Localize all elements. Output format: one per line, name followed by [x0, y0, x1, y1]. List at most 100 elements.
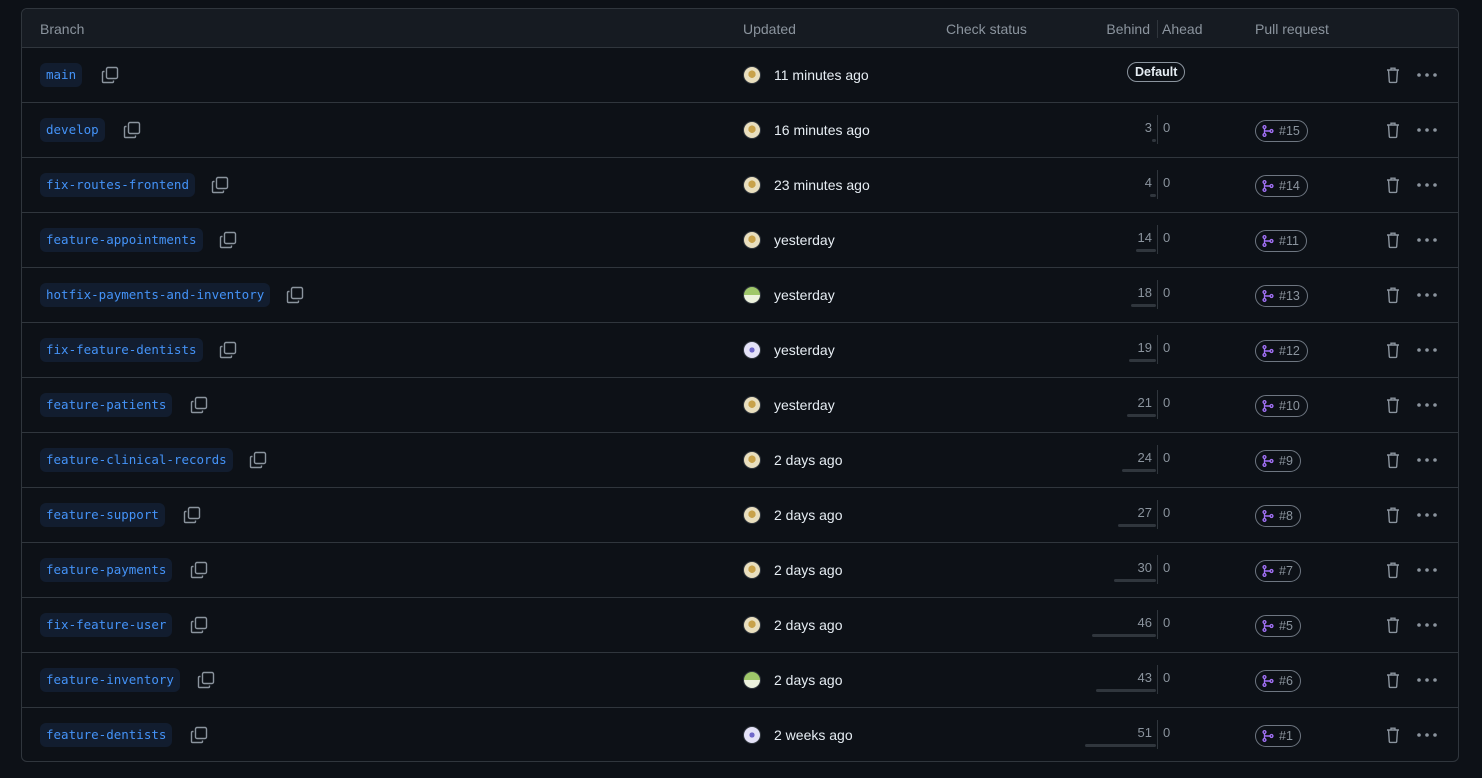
branches-table: Branch Updated Check status Behind Ahead… — [21, 8, 1459, 762]
behind-count: 46 — [1137, 615, 1152, 630]
trash-icon[interactable] — [1384, 725, 1402, 745]
header-ahead: Ahead — [1162, 21, 1203, 37]
table-body: main 11 minutes ago Default develop 16 m… — [22, 48, 1458, 761]
branch-name-link[interactable]: main — [40, 63, 83, 87]
trash-icon[interactable] — [1384, 65, 1402, 85]
avatar[interactable] — [743, 451, 761, 469]
branch-name-link[interactable]: feature-clinical-records — [40, 448, 233, 472]
table-row: fix-routes-frontend 23 minutes ago 4 0 #… — [22, 158, 1458, 213]
copy-icon[interactable] — [210, 175, 230, 195]
avatar[interactable] — [743, 341, 761, 359]
pull-request-badge[interactable]: #15 — [1255, 120, 1308, 142]
trash-icon[interactable] — [1384, 450, 1402, 470]
trash-icon[interactable] — [1384, 395, 1402, 415]
branch-name-link[interactable]: feature-patients — [40, 393, 173, 417]
pull-request-number: #1 — [1279, 729, 1293, 743]
updated-time: 2 days ago — [774, 562, 843, 578]
copy-icon[interactable] — [122, 120, 142, 140]
updated-time: 2 weeks ago — [774, 727, 853, 743]
kebab-menu-icon[interactable] — [1415, 120, 1439, 140]
avatar[interactable] — [743, 231, 761, 249]
copy-icon[interactable] — [100, 65, 120, 85]
branch-name-link[interactable]: fix-feature-user — [40, 613, 173, 637]
pull-request-number: #13 — [1279, 289, 1300, 303]
kebab-menu-icon[interactable] — [1415, 230, 1439, 250]
copy-icon[interactable] — [189, 560, 209, 580]
branch-name-link[interactable]: develop — [40, 118, 105, 142]
avatar[interactable] — [743, 506, 761, 524]
pull-request-badge[interactable]: #9 — [1255, 450, 1301, 472]
ahead-count: 0 — [1163, 120, 1171, 135]
avatar[interactable] — [743, 396, 761, 414]
pull-request-badge[interactable]: #5 — [1255, 615, 1301, 637]
kebab-menu-icon[interactable] — [1415, 65, 1439, 85]
kebab-menu-icon[interactable] — [1415, 175, 1439, 195]
avatar[interactable] — [743, 726, 761, 744]
copy-icon[interactable] — [189, 395, 209, 415]
pull-request-badge[interactable]: #13 — [1255, 285, 1308, 307]
pull-request-badge[interactable]: #11 — [1255, 230, 1307, 252]
behind-bar — [1096, 689, 1156, 692]
kebab-menu-icon[interactable] — [1415, 450, 1439, 470]
pull-request-badge[interactable]: #14 — [1255, 175, 1308, 197]
default-badge: Default — [1127, 62, 1186, 82]
pull-request-number: #8 — [1279, 509, 1293, 523]
kebab-menu-icon[interactable] — [1415, 505, 1439, 525]
branch-name-link[interactable]: feature-inventory — [40, 668, 180, 692]
behind-ahead-divider — [1157, 390, 1158, 419]
trash-icon[interactable] — [1384, 285, 1402, 305]
pull-request-badge[interactable]: #8 — [1255, 505, 1301, 527]
kebab-menu-icon[interactable] — [1415, 725, 1439, 745]
trash-icon[interactable] — [1384, 505, 1402, 525]
trash-icon[interactable] — [1384, 560, 1402, 580]
copy-icon[interactable] — [196, 670, 216, 690]
copy-icon[interactable] — [285, 285, 305, 305]
branch-name-link[interactable]: hotfix-payments-and-inventory — [40, 283, 271, 307]
avatar[interactable] — [743, 176, 761, 194]
behind-ahead-divider — [1157, 115, 1158, 144]
behind-bar — [1129, 359, 1156, 362]
pull-request-badge[interactable]: #10 — [1255, 395, 1308, 417]
avatar[interactable] — [743, 561, 761, 579]
copy-icon[interactable] — [189, 615, 209, 635]
avatar[interactable] — [743, 66, 761, 84]
behind-bar — [1118, 524, 1156, 527]
behind-bar — [1085, 744, 1156, 747]
copy-icon[interactable] — [182, 505, 202, 525]
kebab-menu-icon[interactable] — [1415, 615, 1439, 635]
branch-name-link[interactable]: fix-routes-frontend — [40, 173, 195, 197]
trash-icon[interactable] — [1384, 230, 1402, 250]
branch-name-link[interactable]: fix-feature-dentists — [40, 338, 203, 362]
trash-icon[interactable] — [1384, 120, 1402, 140]
pull-request-badge[interactable]: #1 — [1255, 725, 1301, 747]
branch-name-link[interactable]: feature-appointments — [40, 228, 203, 252]
copy-icon[interactable] — [218, 230, 238, 250]
trash-icon[interactable] — [1384, 175, 1402, 195]
trash-icon[interactable] — [1384, 670, 1402, 690]
avatar[interactable] — [743, 671, 761, 689]
pull-request-number: #5 — [1279, 619, 1293, 633]
branch-name-link[interactable]: feature-dentists — [40, 723, 173, 747]
avatar[interactable] — [743, 286, 761, 304]
kebab-menu-icon[interactable] — [1415, 285, 1439, 305]
copy-icon[interactable] — [218, 340, 238, 360]
trash-icon[interactable] — [1384, 615, 1402, 635]
behind-bar — [1150, 194, 1156, 197]
copy-icon[interactable] — [189, 725, 209, 745]
updated-time: 11 minutes ago — [774, 67, 869, 83]
avatar[interactable] — [743, 121, 761, 139]
kebab-menu-icon[interactable] — [1415, 560, 1439, 580]
kebab-menu-icon[interactable] — [1415, 340, 1439, 360]
avatar[interactable] — [743, 616, 761, 634]
pull-request-badge[interactable]: #6 — [1255, 670, 1301, 692]
pull-request-badge[interactable]: #12 — [1255, 340, 1308, 362]
trash-icon[interactable] — [1384, 340, 1402, 360]
kebab-menu-icon[interactable] — [1415, 395, 1439, 415]
pull-request-badge[interactable]: #7 — [1255, 560, 1301, 582]
branch-name-link[interactable]: feature-support — [40, 503, 165, 527]
behind-bar — [1114, 579, 1156, 582]
kebab-menu-icon[interactable] — [1415, 670, 1439, 690]
branch-name-link[interactable]: feature-payments — [40, 558, 173, 582]
copy-icon[interactable] — [248, 450, 268, 470]
behind-ahead-divider — [1157, 555, 1158, 584]
